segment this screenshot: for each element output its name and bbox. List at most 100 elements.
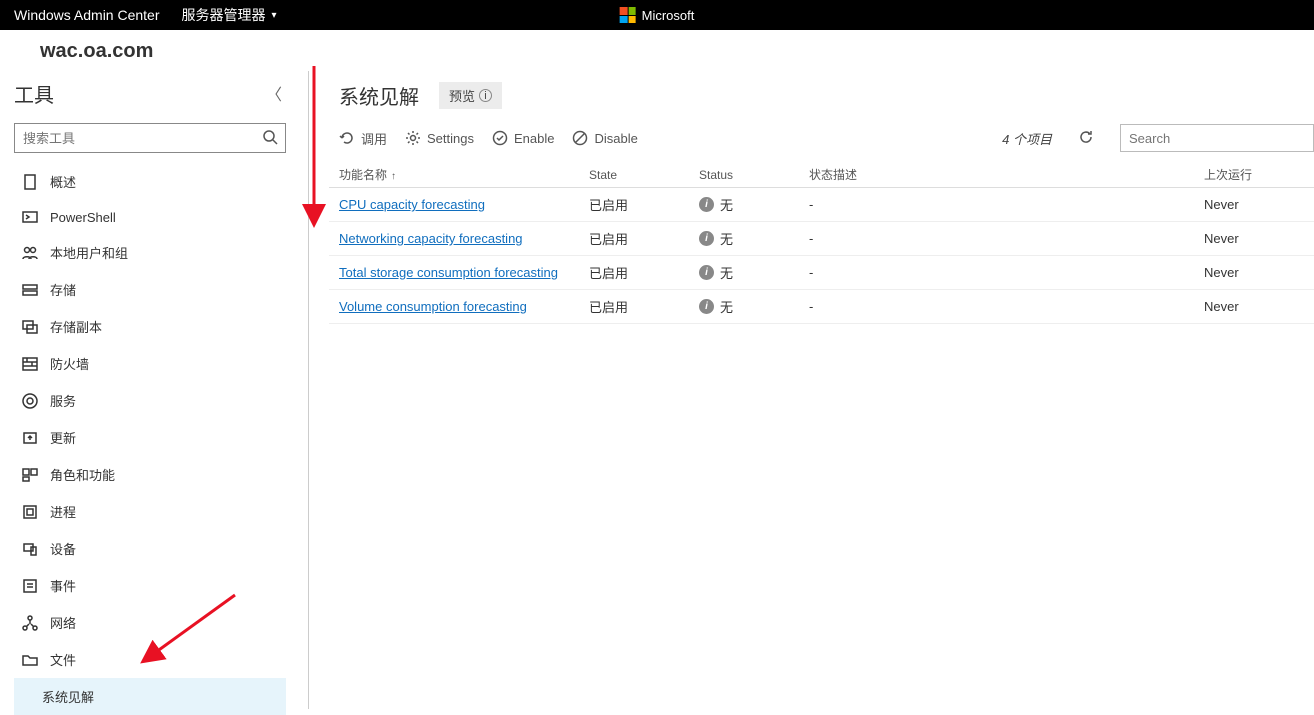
sidebar-item-storage-replica[interactable]: 存储副本	[14, 308, 286, 345]
cmd-label: Enable	[514, 131, 554, 146]
sidebar-item-network[interactable]: 网络	[14, 604, 286, 641]
sidebar: 工具 〈 概述 PowerShell 本地用户和组 存储 存储副本 防火墙 服务…	[0, 71, 300, 709]
col-status[interactable]: Status	[689, 160, 799, 188]
cell-state: 已启用	[579, 222, 689, 256]
table-row[interactable]: Total storage consumption forecasting 已启用…	[329, 256, 1314, 290]
cmd-label: Disable	[594, 131, 637, 146]
sidebar-item-storage[interactable]: 存储	[14, 271, 286, 308]
info-dot-icon: i	[699, 197, 714, 212]
sidebar-item-overview[interactable]: 概述	[14, 163, 286, 200]
overview-icon	[22, 174, 38, 190]
updates-icon	[22, 430, 38, 446]
col-last[interactable]: 上次运行	[1194, 160, 1314, 188]
insights-table: 功能名称↑ State Status 状态描述 上次运行 CPU capacit…	[329, 160, 1314, 324]
enable-button[interactable]: Enable	[492, 130, 554, 146]
info-icon: i	[479, 89, 492, 102]
settings-button[interactable]: Settings	[405, 130, 474, 146]
breadcrumb-server-manager[interactable]: 服务器管理器 ▾	[182, 5, 277, 25]
storage-icon	[22, 282, 38, 298]
capability-link[interactable]: Volume consumption forecasting	[339, 299, 527, 314]
status-text: 无	[720, 229, 733, 248]
invoke-button[interactable]: 调用	[339, 129, 387, 148]
powershell-icon	[22, 209, 38, 225]
collapse-sidebar-button[interactable]: 〈	[262, 77, 286, 109]
services-icon	[22, 393, 38, 409]
sidebar-item-label: 服务	[50, 391, 76, 410]
cmd-label: Settings	[427, 131, 474, 146]
devices-icon	[22, 541, 38, 557]
cell-state: 已启用	[579, 290, 689, 324]
cell-status: i无	[689, 222, 799, 256]
cell-last: Never	[1194, 188, 1314, 222]
col-name[interactable]: 功能名称↑	[329, 160, 579, 188]
sidebar-item-label: 存储副本	[50, 317, 102, 336]
sidebar-item-label: 文件	[50, 650, 76, 669]
cell-desc: -	[799, 222, 1194, 256]
server-header: wac.oa.com	[0, 30, 1314, 71]
chevron-down-icon: ▾	[272, 10, 277, 21]
col-state[interactable]: State	[579, 160, 689, 188]
microsoft-logo-icon	[620, 7, 636, 23]
sidebar-item-devices[interactable]: 设备	[14, 530, 286, 567]
files-icon	[22, 652, 38, 668]
undo-icon	[339, 130, 355, 146]
command-bar: 调用 Settings Enable Disable 4 个项目	[329, 124, 1314, 160]
tools-search-input[interactable]	[15, 131, 255, 146]
capability-link[interactable]: Total storage consumption forecasting	[339, 265, 558, 280]
table-row[interactable]: Networking capacity forecasting已启用i无-Nev…	[329, 222, 1314, 256]
sidebar-item-local-users[interactable]: 本地用户和组	[14, 234, 286, 271]
table-search-input[interactable]	[1120, 124, 1314, 152]
cell-last: Never	[1194, 290, 1314, 324]
status-text: 无	[720, 297, 733, 316]
network-icon	[22, 615, 38, 631]
tool-list: 概述 PowerShell 本地用户和组 存储 存储副本 防火墙 服务 更新 角…	[14, 163, 286, 715]
sidebar-item-label: 网络	[50, 613, 76, 632]
cell-status: i无	[689, 256, 799, 290]
firewall-icon	[22, 356, 38, 372]
cell-desc: -	[799, 256, 1194, 290]
cell-state: 已启用	[579, 256, 689, 290]
refresh-button[interactable]	[1070, 129, 1102, 148]
disable-button[interactable]: Disable	[572, 130, 637, 146]
preview-label: 预览	[449, 86, 475, 105]
sidebar-item-processes[interactable]: 进程	[14, 493, 286, 530]
sidebar-item-label: 系统见解	[42, 687, 94, 706]
cell-desc: -	[799, 290, 1194, 324]
capability-link[interactable]: Networking capacity forecasting	[339, 231, 523, 246]
info-dot-icon: i	[699, 265, 714, 280]
cell-last: Never	[1194, 222, 1314, 256]
sidebar-item-system-insights[interactable]: 系统见解	[14, 678, 286, 715]
sort-asc-icon: ↑	[391, 171, 396, 182]
sidebar-item-firewall[interactable]: 防火墙	[14, 345, 286, 382]
table-row[interactable]: CPU capacity forecasting已启用i无-Never	[329, 188, 1314, 222]
sidebar-item-label: 存储	[50, 280, 76, 299]
capability-link[interactable]: CPU capacity forecasting	[339, 197, 485, 212]
cell-status: i无	[689, 188, 799, 222]
roles-icon	[22, 467, 38, 483]
info-dot-icon: i	[699, 231, 714, 246]
sidebar-item-services[interactable]: 服务	[14, 382, 286, 419]
search-icon	[255, 129, 285, 148]
microsoft-label: Microsoft	[642, 8, 695, 23]
tools-title: 工具	[14, 79, 54, 108]
preview-badge[interactable]: 预览 i	[439, 82, 502, 109]
refresh-icon	[1078, 129, 1094, 145]
processes-icon	[22, 504, 38, 520]
app-name[interactable]: Windows Admin Center	[14, 7, 160, 23]
sidebar-item-files[interactable]: 文件	[14, 641, 286, 678]
events-icon	[22, 578, 38, 594]
sidebar-item-roles-features[interactable]: 角色和功能	[14, 456, 286, 493]
sidebar-item-label: 角色和功能	[50, 465, 115, 484]
sidebar-item-label: 设备	[50, 539, 76, 558]
sidebar-item-powershell[interactable]: PowerShell	[14, 200, 286, 234]
sidebar-item-events[interactable]: 事件	[14, 567, 286, 604]
table-row[interactable]: Volume consumption forecasting已启用i无-Neve…	[329, 290, 1314, 324]
col-desc[interactable]: 状态描述	[799, 160, 1194, 188]
cell-last: Never	[1194, 256, 1314, 290]
cell-state: 已启用	[579, 188, 689, 222]
tools-search[interactable]	[14, 123, 286, 153]
sidebar-item-updates[interactable]: 更新	[14, 419, 286, 456]
cell-name: Networking capacity forecasting	[329, 222, 579, 256]
top-bar: Windows Admin Center 服务器管理器 ▾ Microsoft	[0, 0, 1314, 30]
item-count: 4 个项目	[1002, 129, 1052, 148]
